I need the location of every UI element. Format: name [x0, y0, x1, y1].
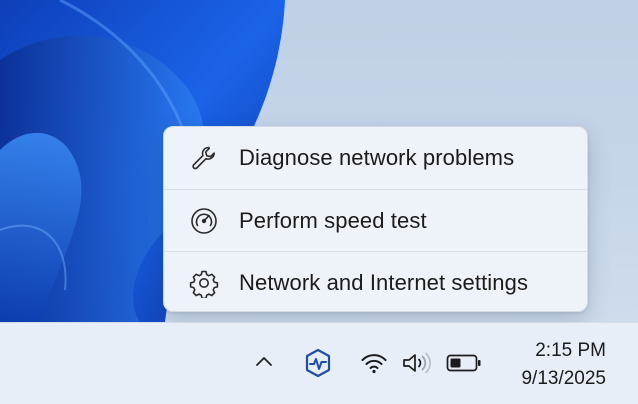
menu-item-label: Diagnose network problems — [239, 145, 515, 170]
menu-item-speed-test[interactable]: Perform speed test — [164, 189, 587, 251]
taskbar: 2:15 PM 9/13/2025 — [0, 322, 638, 404]
volume-icon[interactable] — [400, 349, 434, 377]
clock-date: 9/13/2025 — [521, 368, 606, 389]
menu-item-label: Perform speed test — [239, 207, 427, 233]
chevron-up-icon[interactable] — [251, 349, 277, 375]
menu-item-network-settings[interactable]: Network and Internet settings — [164, 251, 587, 311]
wrench-icon — [188, 142, 220, 174]
menu-item-diagnose[interactable]: Diagnose network problems — [164, 127, 587, 189]
network-app-icon[interactable] — [302, 347, 334, 379]
clock-time: 2:15 PM — [535, 340, 606, 361]
gear-icon — [188, 267, 220, 299]
wifi-icon[interactable] — [359, 350, 389, 376]
system-clock[interactable]: 2:15 PM 9/13/2025 — [521, 337, 606, 393]
battery-icon[interactable] — [445, 351, 483, 375]
speedometer-icon — [188, 205, 220, 237]
network-context-menu: Diagnose network problems Perform speed … — [163, 126, 588, 312]
menu-item-label: Network and Internet settings — [239, 269, 529, 295]
